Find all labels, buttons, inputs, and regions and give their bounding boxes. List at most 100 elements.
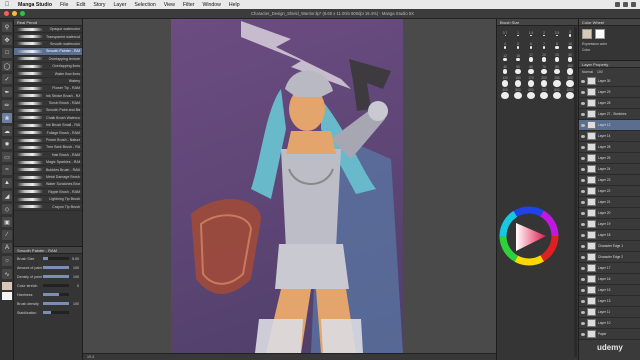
layer-row[interactable]: Layer 16 [579,274,640,285]
brush-size-cell[interactable]: 1.5 [525,28,537,39]
brush-size-cell[interactable]: 50 [512,64,524,75]
menu-app[interactable]: Manga Studio [14,2,56,8]
canvas-area[interactable]: 19.4 [83,19,496,360]
pen-tool-icon[interactable]: ✒ [2,87,12,97]
zoom-tool-icon[interactable]: ⚲ [2,22,12,32]
eye-icon[interactable] [581,123,585,127]
eye-icon[interactable] [581,156,585,160]
brush-item[interactable]: Lightning Tip Brush [14,196,82,204]
menu-help[interactable]: Help [225,2,244,8]
eye-icon[interactable] [581,332,585,336]
close-window-button[interactable] [4,11,9,16]
layer-row[interactable]: Layer 20 [579,208,640,219]
eye-icon[interactable] [581,200,585,204]
layer-row[interactable]: Layer 18 [579,230,640,241]
brush-item[interactable]: Chalk Brush Watercolor [14,115,82,123]
brush-item[interactable]: Ink Brush Small - RAM [14,122,82,130]
layer-row[interactable]: Layer 24 [579,164,640,175]
brush-size-cell[interactable]: 60 [525,64,537,75]
brush-item[interactable]: Power Brush - Natural - RAM [14,137,82,145]
brush-item[interactable]: Tree Bark Brush - RAM [14,144,82,152]
layer-row[interactable]: Layer 12 [579,120,640,131]
brush-item[interactable]: Overlapping texture [14,56,82,63]
brush-tool-icon[interactable]: ❀ [2,113,12,123]
brush-size-scrollbar[interactable] [574,27,577,357]
brush-size-cell[interactable]: 7 [538,40,550,51]
eye-icon[interactable] [581,101,585,105]
brush-item[interactable]: Foliage Brush - RAM [14,129,82,137]
sub-color-swatch[interactable] [2,292,12,300]
brush-item[interactable]: Opaque watercolor [14,26,82,34]
eye-icon[interactable] [581,266,585,270]
brush-item[interactable]: Smooth Paint and Blend Brush [14,107,82,115]
eye-icon[interactable] [581,233,585,237]
brush-item[interactable]: Ripple Brush - RAM [14,189,82,196]
background-color-swatch[interactable] [595,29,605,39]
minimize-window-button[interactable] [12,11,17,16]
eye-icon[interactable] [581,288,585,292]
eye-icon[interactable] [581,134,585,138]
brush-item[interactable]: Water flow lines [14,70,82,78]
layer-row[interactable]: Layer 15 [579,285,640,296]
main-color-swatch[interactable] [2,282,12,290]
layer-row[interactable]: Layer 30 [579,76,640,87]
pencil-tool-icon[interactable]: ✏ [2,100,12,110]
eye-icon[interactable] [581,79,585,83]
brush-item[interactable]: Overlapping lines [14,63,82,71]
property-slider[interactable] [43,311,69,314]
layer-row[interactable]: Layer 27 - Sketches [579,109,640,120]
current-color-swatch[interactable] [582,29,592,39]
layer-row[interactable]: Layer 13 [579,296,640,307]
blend-mode-select[interactable]: Normal [582,70,593,74]
property-slider[interactable] [43,275,69,278]
brush-size-cell[interactable]: 700 [538,88,550,99]
fill-tool-icon[interactable]: ▲ [2,178,12,188]
layer-row[interactable]: Paper [579,329,640,340]
brush-size-cell[interactable]: 800 [551,88,563,99]
brush-size-cell[interactable]: 250 [551,76,563,87]
gradient-tool-icon[interactable]: ◢ [2,191,12,201]
correct-line-tool-icon[interactable]: ∿ [2,269,12,279]
brush-size-cell[interactable]: 120 [499,76,511,87]
eye-icon[interactable] [581,178,585,182]
layer-row[interactable]: Layer 28 [579,98,640,109]
layer-row[interactable]: Layer 29 [579,87,640,98]
ruler-tool-icon[interactable]: ∕ [2,230,12,240]
property-value[interactable]: 100 [69,275,79,279]
brush-item[interactable]: Scrub Brush - RAM [14,100,82,108]
layer-row[interactable]: Layer 28 [579,142,640,153]
brush-size-cell[interactable]: 17 [525,52,537,63]
eye-icon[interactable] [581,321,585,325]
brush-item[interactable]: Transparent watercolor [14,33,82,41]
property-value[interactable]: 0 [69,284,79,288]
layer-row[interactable]: Layer 14 [579,131,640,142]
apple-icon[interactable]:  [0,2,14,8]
brush-size-cell[interactable]: 600 [525,88,537,99]
eye-icon[interactable] [581,299,585,303]
eye-icon[interactable] [581,90,585,94]
brush-size-cell[interactable]: 1 [512,28,524,39]
brush-size-cell[interactable]: 170 [525,76,537,87]
brush-item[interactable]: Hair Brush - RAM [14,152,82,160]
brush-size-cell[interactable]: 15 [512,52,524,63]
color-wheel[interactable] [498,205,560,267]
figure-tool-icon[interactable]: ◇ [2,204,12,214]
menu-story[interactable]: Story [89,2,109,8]
eye-icon[interactable] [581,189,585,193]
balloon-tool-icon[interactable]: ○ [2,256,12,266]
menu-file[interactable]: File [56,2,72,8]
brush-item[interactable]: Metal Damage Brush - RAM [14,174,82,182]
brush-size-cell[interactable]: 12 [499,52,511,63]
eye-icon[interactable] [581,222,585,226]
eye-icon[interactable] [581,167,585,171]
brush-size-cell[interactable]: 5 [512,40,524,51]
layer-row[interactable]: Layer 10 [579,318,640,329]
property-value[interactable]: 5.00 [69,257,79,261]
brush-size-cell[interactable]: 2 [538,28,550,39]
brush-item[interactable]: Magic Sparkles - RAM [14,159,82,167]
eye-icon[interactable] [581,244,585,248]
eraser-tool-icon[interactable]: ▭ [2,152,12,162]
property-slider[interactable] [43,284,69,287]
menu-layer[interactable]: Layer [109,2,130,8]
layer-opacity-value[interactable]: 100 [597,70,603,74]
